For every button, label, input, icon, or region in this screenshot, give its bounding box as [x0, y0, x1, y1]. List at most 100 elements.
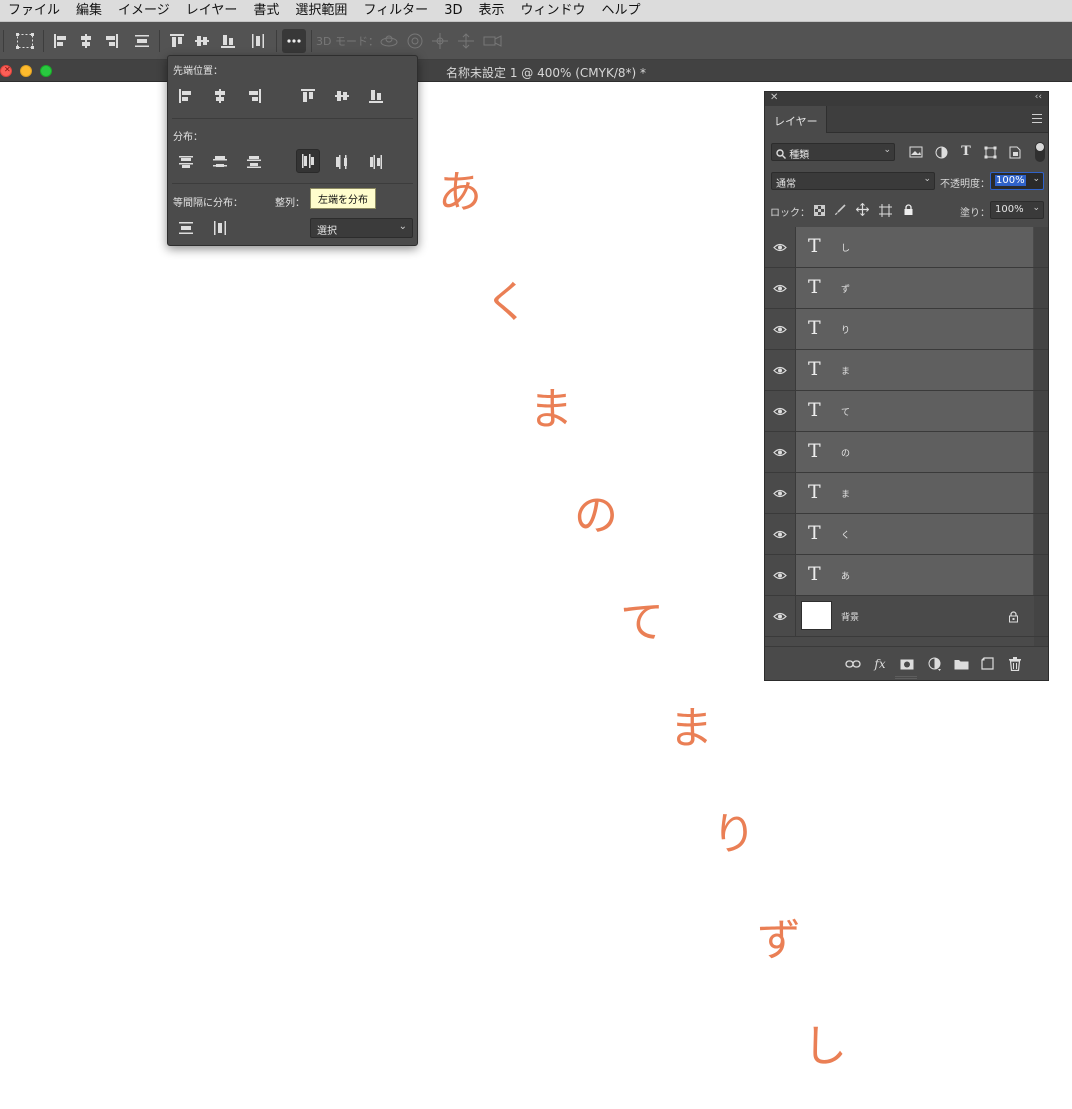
visibility-eye-icon[interactable] — [765, 432, 796, 472]
align-horizontal-centers-icon[interactable] — [75, 30, 97, 52]
align-vertical-centers-icon[interactable] — [191, 30, 213, 52]
layer-row[interactable]: T ま — [765, 350, 1048, 391]
layer-row[interactable]: T あ — [765, 555, 1048, 596]
canvas-text-a[interactable]: あ — [438, 171, 482, 215]
align-bottom-edges-icon[interactable] — [364, 84, 388, 108]
canvas-text-te[interactable]: て — [620, 601, 664, 645]
canvas-text-zu[interactable]: ず — [757, 919, 801, 963]
show-transform-controls-icon[interactable] — [14, 30, 36, 52]
roll-3d-icon[interactable] — [404, 30, 426, 52]
canvas-text-shi[interactable]: し — [803, 1025, 847, 1069]
menu-edit[interactable]: 編集 — [68, 0, 110, 22]
blend-mode-select[interactable]: 通常 ⌄ — [771, 172, 935, 190]
menu-layer[interactable]: レイヤー — [178, 0, 246, 22]
visibility-eye-icon[interactable] — [765, 514, 796, 554]
distribute-horizontal-spacing-icon[interactable] — [208, 216, 232, 240]
filter-smart-objects-icon[interactable] — [1008, 145, 1022, 159]
layer-body[interactable]: T ま — [796, 350, 1033, 390]
lock-all-icon[interactable] — [901, 203, 915, 217]
layer-body[interactable]: T し — [796, 227, 1033, 267]
panel-resize-grip[interactable] — [895, 676, 917, 679]
visibility-eye-icon[interactable] — [765, 596, 796, 636]
filter-toggle-switch[interactable] — [1035, 142, 1045, 162]
delete-layer-trash-icon[interactable] — [1007, 656, 1023, 672]
layer-style-fx-icon[interactable]: fx — [872, 656, 888, 672]
filter-type-layers-icon[interactable]: T — [959, 144, 973, 159]
align-top-edges-icon[interactable] — [296, 84, 320, 108]
layer-body[interactable]: 背景 — [796, 596, 1033, 636]
new-adjustment-layer-icon[interactable] — [927, 656, 943, 672]
layer-row[interactable]: T し — [765, 227, 1048, 268]
visibility-eye-icon[interactable] — [765, 350, 796, 390]
distribute-vertical-spacing-icon[interactable] — [131, 30, 153, 52]
align-to-select[interactable]: 選択 ⌄ — [310, 218, 413, 238]
canvas-text-ku[interactable]: く — [485, 281, 529, 325]
layer-lock-icon[interactable] — [1008, 608, 1019, 627]
layer-body[interactable]: T り — [796, 309, 1033, 349]
layer-body[interactable]: T の — [796, 432, 1033, 472]
distribute-top-edges-icon[interactable] — [174, 150, 198, 174]
collapse-panel-icon[interactable]: ‹‹ — [1035, 92, 1042, 102]
background-layer-row[interactable]: 背景 — [765, 596, 1048, 637]
chevron-down-icon[interactable]: ⌄ — [1032, 203, 1040, 213]
layer-row[interactable]: T り — [765, 309, 1048, 350]
visibility-eye-icon[interactable] — [765, 473, 796, 513]
canvas-text-ma[interactable]: ま — [529, 388, 573, 432]
lock-transparent-pixels-icon[interactable] — [812, 203, 826, 217]
canvas-text-ma-2[interactable]: ま — [669, 707, 713, 751]
tab-layers[interactable]: レイヤー — [765, 106, 827, 133]
distribute-vertical-spacing-icon[interactable] — [174, 216, 198, 240]
distribute-left-edges-icon[interactable] — [296, 149, 320, 173]
lock-position-icon[interactable] — [855, 202, 869, 216]
layer-row[interactable]: T ず — [765, 268, 1048, 309]
fill-input[interactable]: 100% ⌄ — [990, 201, 1044, 219]
visibility-eye-icon[interactable] — [765, 227, 796, 267]
visibility-eye-icon[interactable] — [765, 555, 796, 595]
align-top-edges-icon[interactable] — [166, 30, 188, 52]
align-left-edges-icon[interactable] — [50, 30, 72, 52]
add-layer-mask-icon[interactable] — [899, 656, 915, 672]
new-layer-icon[interactable] — [980, 656, 996, 672]
menu-window[interactable]: ウィンドウ — [512, 0, 593, 22]
menu-file[interactable]: ファイル — [0, 0, 68, 22]
close-panel-icon[interactable]: ✕ — [770, 92, 778, 103]
layer-body[interactable]: T て — [796, 391, 1033, 431]
link-layers-icon[interactable] — [845, 656, 861, 672]
filter-adjustment-layers-icon[interactable] — [934, 145, 948, 159]
menu-help[interactable]: ヘルプ — [594, 0, 649, 22]
menu-view[interactable]: 表示 — [470, 0, 512, 22]
align-right-edges-icon[interactable] — [242, 84, 266, 108]
distribute-horizontal-spacing-icon[interactable] — [247, 30, 269, 52]
orbit-3d-icon[interactable] — [378, 30, 400, 52]
lock-artboard-icon[interactable] — [878, 203, 892, 217]
scale-3d-camera-icon[interactable] — [482, 30, 504, 52]
layer-filter-kind-select[interactable]: 種類 ⌄ — [771, 143, 895, 161]
align-horizontal-centers-icon[interactable] — [208, 84, 232, 108]
more-options-icon[interactable] — [282, 29, 306, 53]
layer-body[interactable]: T ず — [796, 268, 1033, 308]
align-right-edges-icon[interactable] — [100, 30, 122, 52]
canvas-text-ri[interactable]: り — [712, 813, 756, 857]
canvas-text-no[interactable]: の — [574, 494, 618, 538]
opacity-input[interactable]: 100% ⌄ — [990, 172, 1044, 190]
menu-filter[interactable]: フィルター — [355, 0, 436, 22]
visibility-eye-icon[interactable] — [765, 391, 796, 431]
filter-shape-layers-icon[interactable] — [983, 145, 997, 159]
layer-body[interactable]: T あ — [796, 555, 1033, 595]
distribute-vertical-centers-icon[interactable] — [208, 150, 232, 174]
panel-menu-icon[interactable] — [1032, 114, 1042, 123]
filter-pixel-layers-icon[interactable] — [909, 145, 923, 159]
layer-row[interactable]: T て — [765, 391, 1048, 432]
layer-row[interactable]: T の — [765, 432, 1048, 473]
distribute-horizontal-centers-icon[interactable] — [330, 150, 354, 174]
lock-image-pixels-icon[interactable] — [833, 203, 847, 217]
distribute-right-edges-icon[interactable] — [364, 150, 388, 174]
align-left-edges-icon[interactable] — [174, 84, 198, 108]
visibility-eye-icon[interactable] — [765, 268, 796, 308]
distribute-bottom-edges-icon[interactable] — [242, 150, 266, 174]
chevron-down-icon[interactable]: ⌄ — [1032, 174, 1040, 184]
pan-3d-icon[interactable] — [429, 30, 451, 52]
layer-row[interactable]: T く — [765, 514, 1048, 555]
align-bottom-edges-icon[interactable] — [217, 30, 239, 52]
menu-type[interactable]: 書式 — [245, 0, 287, 22]
